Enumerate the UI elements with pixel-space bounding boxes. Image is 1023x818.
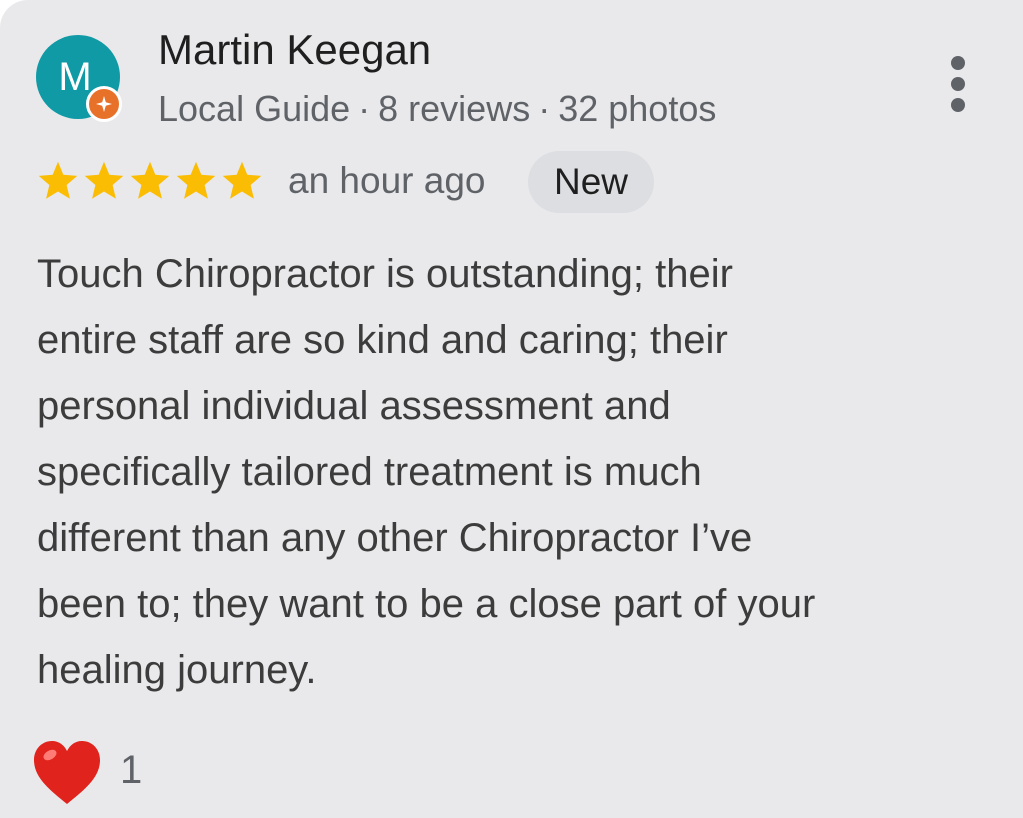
meta-separator: · bbox=[538, 88, 551, 129]
star-icon bbox=[222, 161, 262, 199]
heart-icon bbox=[34, 741, 100, 804]
local-guide-badge-icon bbox=[86, 86, 122, 122]
review-line: entire staff are so kind and caring; the… bbox=[37, 318, 728, 362]
review-time: an hour ago bbox=[288, 160, 486, 201]
meta-separator: · bbox=[358, 88, 371, 129]
reviewer-review-count: 8 reviews bbox=[378, 88, 531, 129]
new-badge: New bbox=[528, 151, 655, 213]
star-rating bbox=[36, 159, 266, 203]
reaction-count: 1 bbox=[120, 748, 143, 792]
review-line: healing journey. bbox=[37, 648, 317, 692]
reviewer-photo-count: 32 photos bbox=[558, 88, 717, 129]
review-line: different than any other Chiropractor I’… bbox=[37, 516, 753, 560]
more-options-button[interactable] bbox=[940, 56, 976, 112]
star-icon bbox=[84, 161, 124, 199]
heart-reaction-button[interactable] bbox=[30, 738, 104, 808]
more-vert-icon bbox=[951, 56, 965, 70]
review-line: Touch Chiropractor is outstanding; their bbox=[37, 252, 733, 296]
review-card: M Martin Keegan Local Guide · 8 reviews · 32… bbox=[0, 0, 1023, 818]
reviewer-meta: Local Guide · 8 reviews · 32 photos bbox=[158, 88, 716, 130]
more-vert-icon bbox=[951, 98, 965, 112]
more-vert-icon bbox=[951, 77, 965, 91]
review-text: Touch Chiropractor is outstanding; their… bbox=[37, 241, 997, 703]
reviewer-level: Local Guide bbox=[158, 88, 351, 129]
review-line: been to; they want to be a close part of… bbox=[37, 582, 816, 626]
reviewer-name[interactable]: Martin Keegan bbox=[158, 26, 431, 74]
star-icon bbox=[130, 161, 170, 199]
star-icon bbox=[176, 161, 216, 199]
star-icon bbox=[38, 161, 78, 199]
review-line: specifically tailored treatment is much bbox=[37, 450, 702, 494]
review-line: personal individual assessment and bbox=[37, 384, 671, 428]
